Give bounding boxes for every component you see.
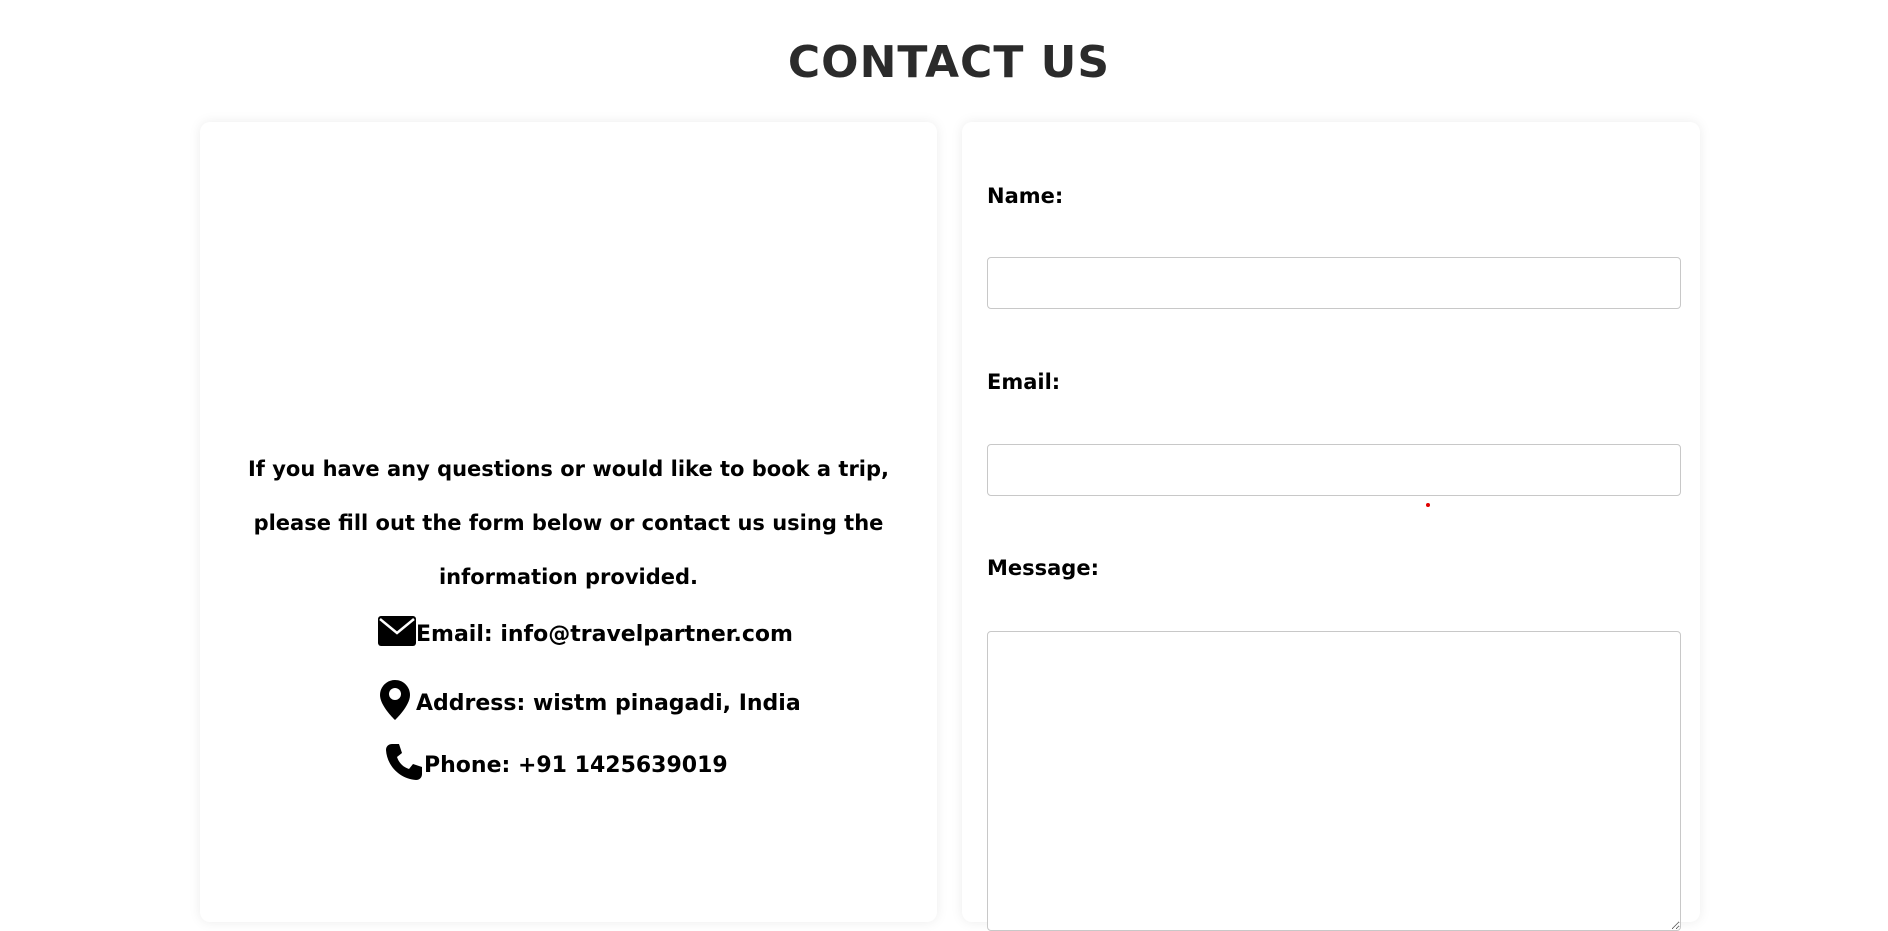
name-input[interactable] [987,257,1681,309]
contact-phone-text: Phone: +91 1425639019 [424,752,728,778]
contact-form-card: Name: Email: Message: [962,122,1700,931]
email-input[interactable] [987,444,1681,496]
message-textarea[interactable] [987,631,1681,931]
envelope-icon [378,616,416,652]
phone-icon [384,742,424,788]
intro-text: If you have any questions or would like … [247,457,890,589]
contact-email-line: Email: info@travelpartner.com [378,616,793,652]
name-label: Name: [987,184,1064,208]
contact-phone-line: Phone: +91 1425639019 [384,742,728,788]
page-title: CONTACT US [787,37,1111,89]
contact-address-text: Address: wistm pinagadi, India [416,690,801,716]
contact-address-line: Address: wistm pinagadi, India [380,680,801,726]
contact-info-card: If you have any questions or would like … [200,122,937,922]
map-pin-icon [380,680,410,726]
cursor-dot [1426,503,1430,507]
message-label: Message: [987,556,1099,580]
contact-email-text: Email: info@travelpartner.com [416,621,793,647]
email-label: Email: [987,370,1061,394]
